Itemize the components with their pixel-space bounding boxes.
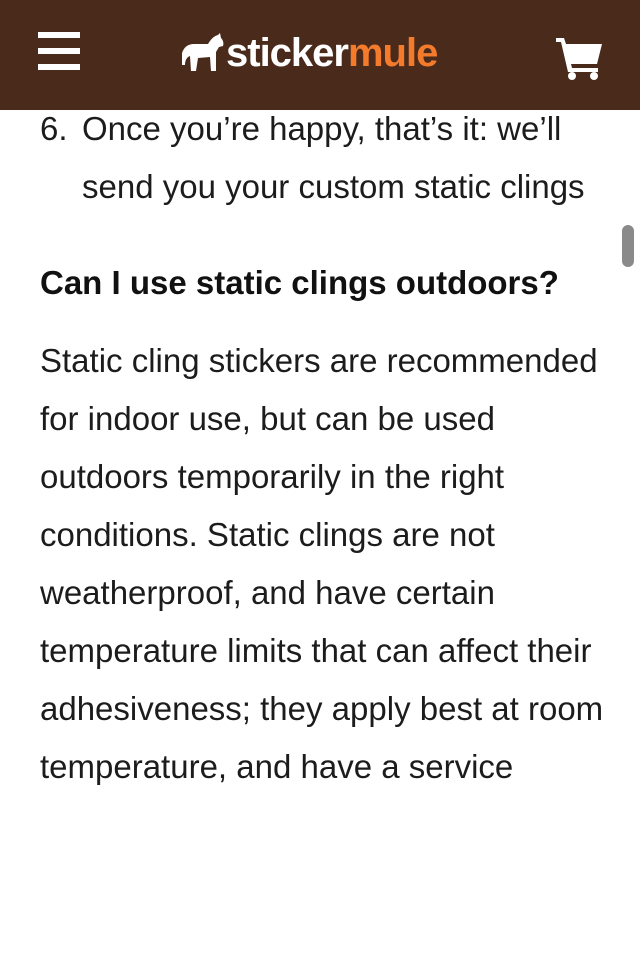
article-content: 6. Once you’re happy, that’s it: we’ll s… (40, 100, 606, 796)
top-navigation-bar: stickermule (0, 0, 640, 110)
faq-answer-paragraph: Static cling stickers are recommended fo… (40, 342, 604, 785)
faq-question-heading: Can I use static clings outdoors? (40, 264, 559, 301)
page: stickermule 6. Once you’re happy, that’s… (0, 0, 640, 959)
scrollbar-thumb[interactable] (622, 225, 634, 267)
hamburger-menu-icon[interactable] (38, 30, 82, 74)
step-text: Once you’re happy, that’s it: we’ll send… (82, 110, 585, 205)
logo-text-sticker: sticker (226, 31, 349, 75)
shopping-cart-icon[interactable] (556, 36, 604, 80)
logo-text-mule: mule (347, 31, 438, 75)
step-item: 6. Once you’re happy, that’s it: we’ll s… (40, 100, 606, 216)
horse-logo-icon (182, 33, 224, 71)
stickermule-logo[interactable]: stickermule (180, 26, 438, 80)
